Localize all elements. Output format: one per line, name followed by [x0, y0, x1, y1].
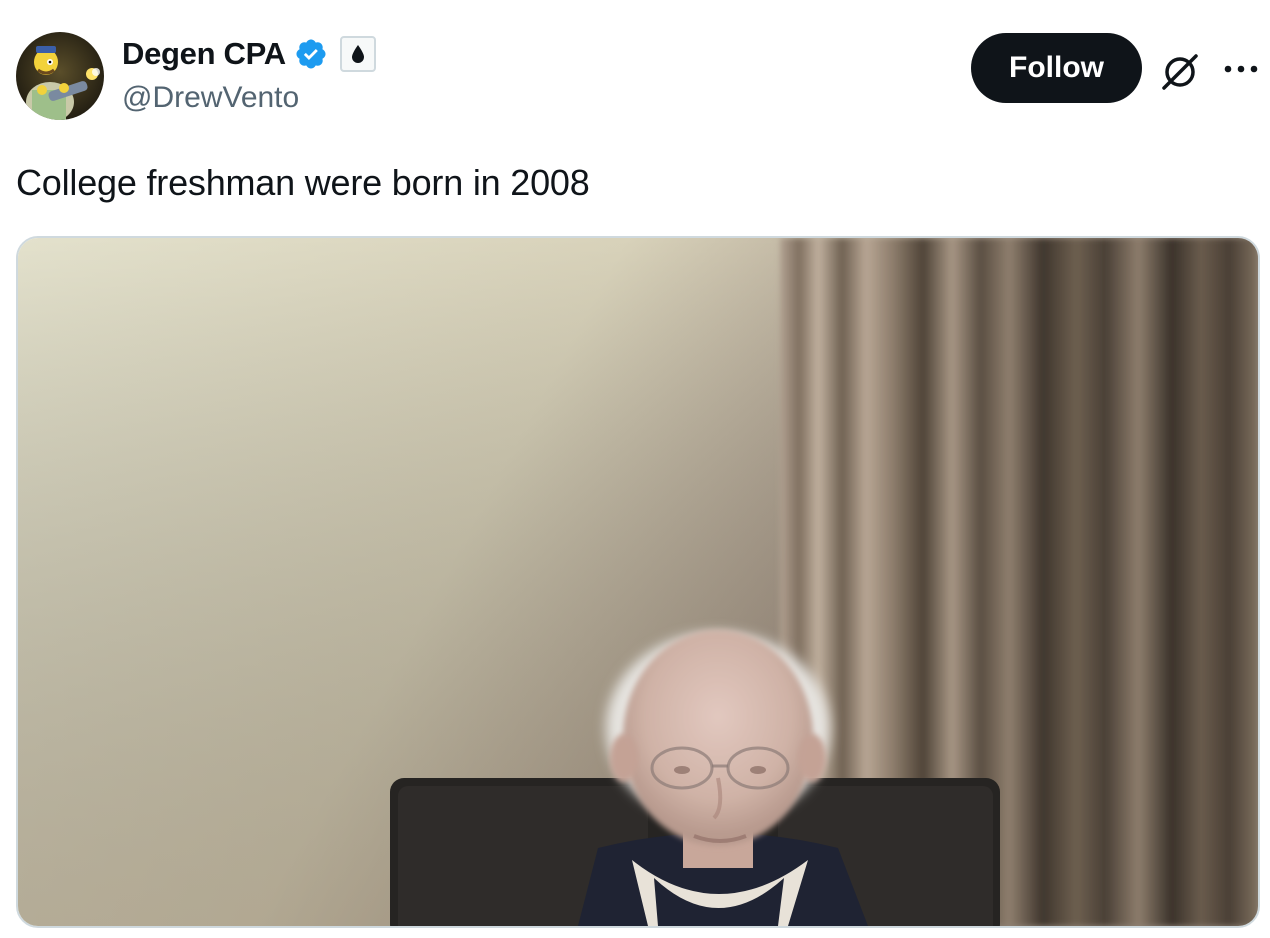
tweet-media[interactable]: [16, 236, 1260, 928]
drop-icon: [351, 45, 364, 63]
more-horizontal-icon[interactable]: [1222, 56, 1260, 82]
display-name[interactable]: Degen CPA: [122, 34, 286, 74]
follow-button[interactable]: Follow: [971, 33, 1142, 103]
grok-icon[interactable]: [1158, 50, 1202, 94]
author-handle[interactable]: @DrewVento: [122, 78, 299, 118]
tweet: Degen CPA @DrewVento Follow College fres…: [0, 0, 1270, 938]
author-name-row: Degen CPA: [122, 34, 376, 74]
avatar-image: [16, 32, 104, 120]
verified-badge-icon[interactable]: [294, 37, 328, 71]
affiliate-badge[interactable]: [339, 36, 376, 72]
tweet-text: College freshman were born in 2008: [16, 162, 590, 203]
avatar[interactable]: [16, 32, 104, 120]
media-photo: [18, 238, 1258, 926]
